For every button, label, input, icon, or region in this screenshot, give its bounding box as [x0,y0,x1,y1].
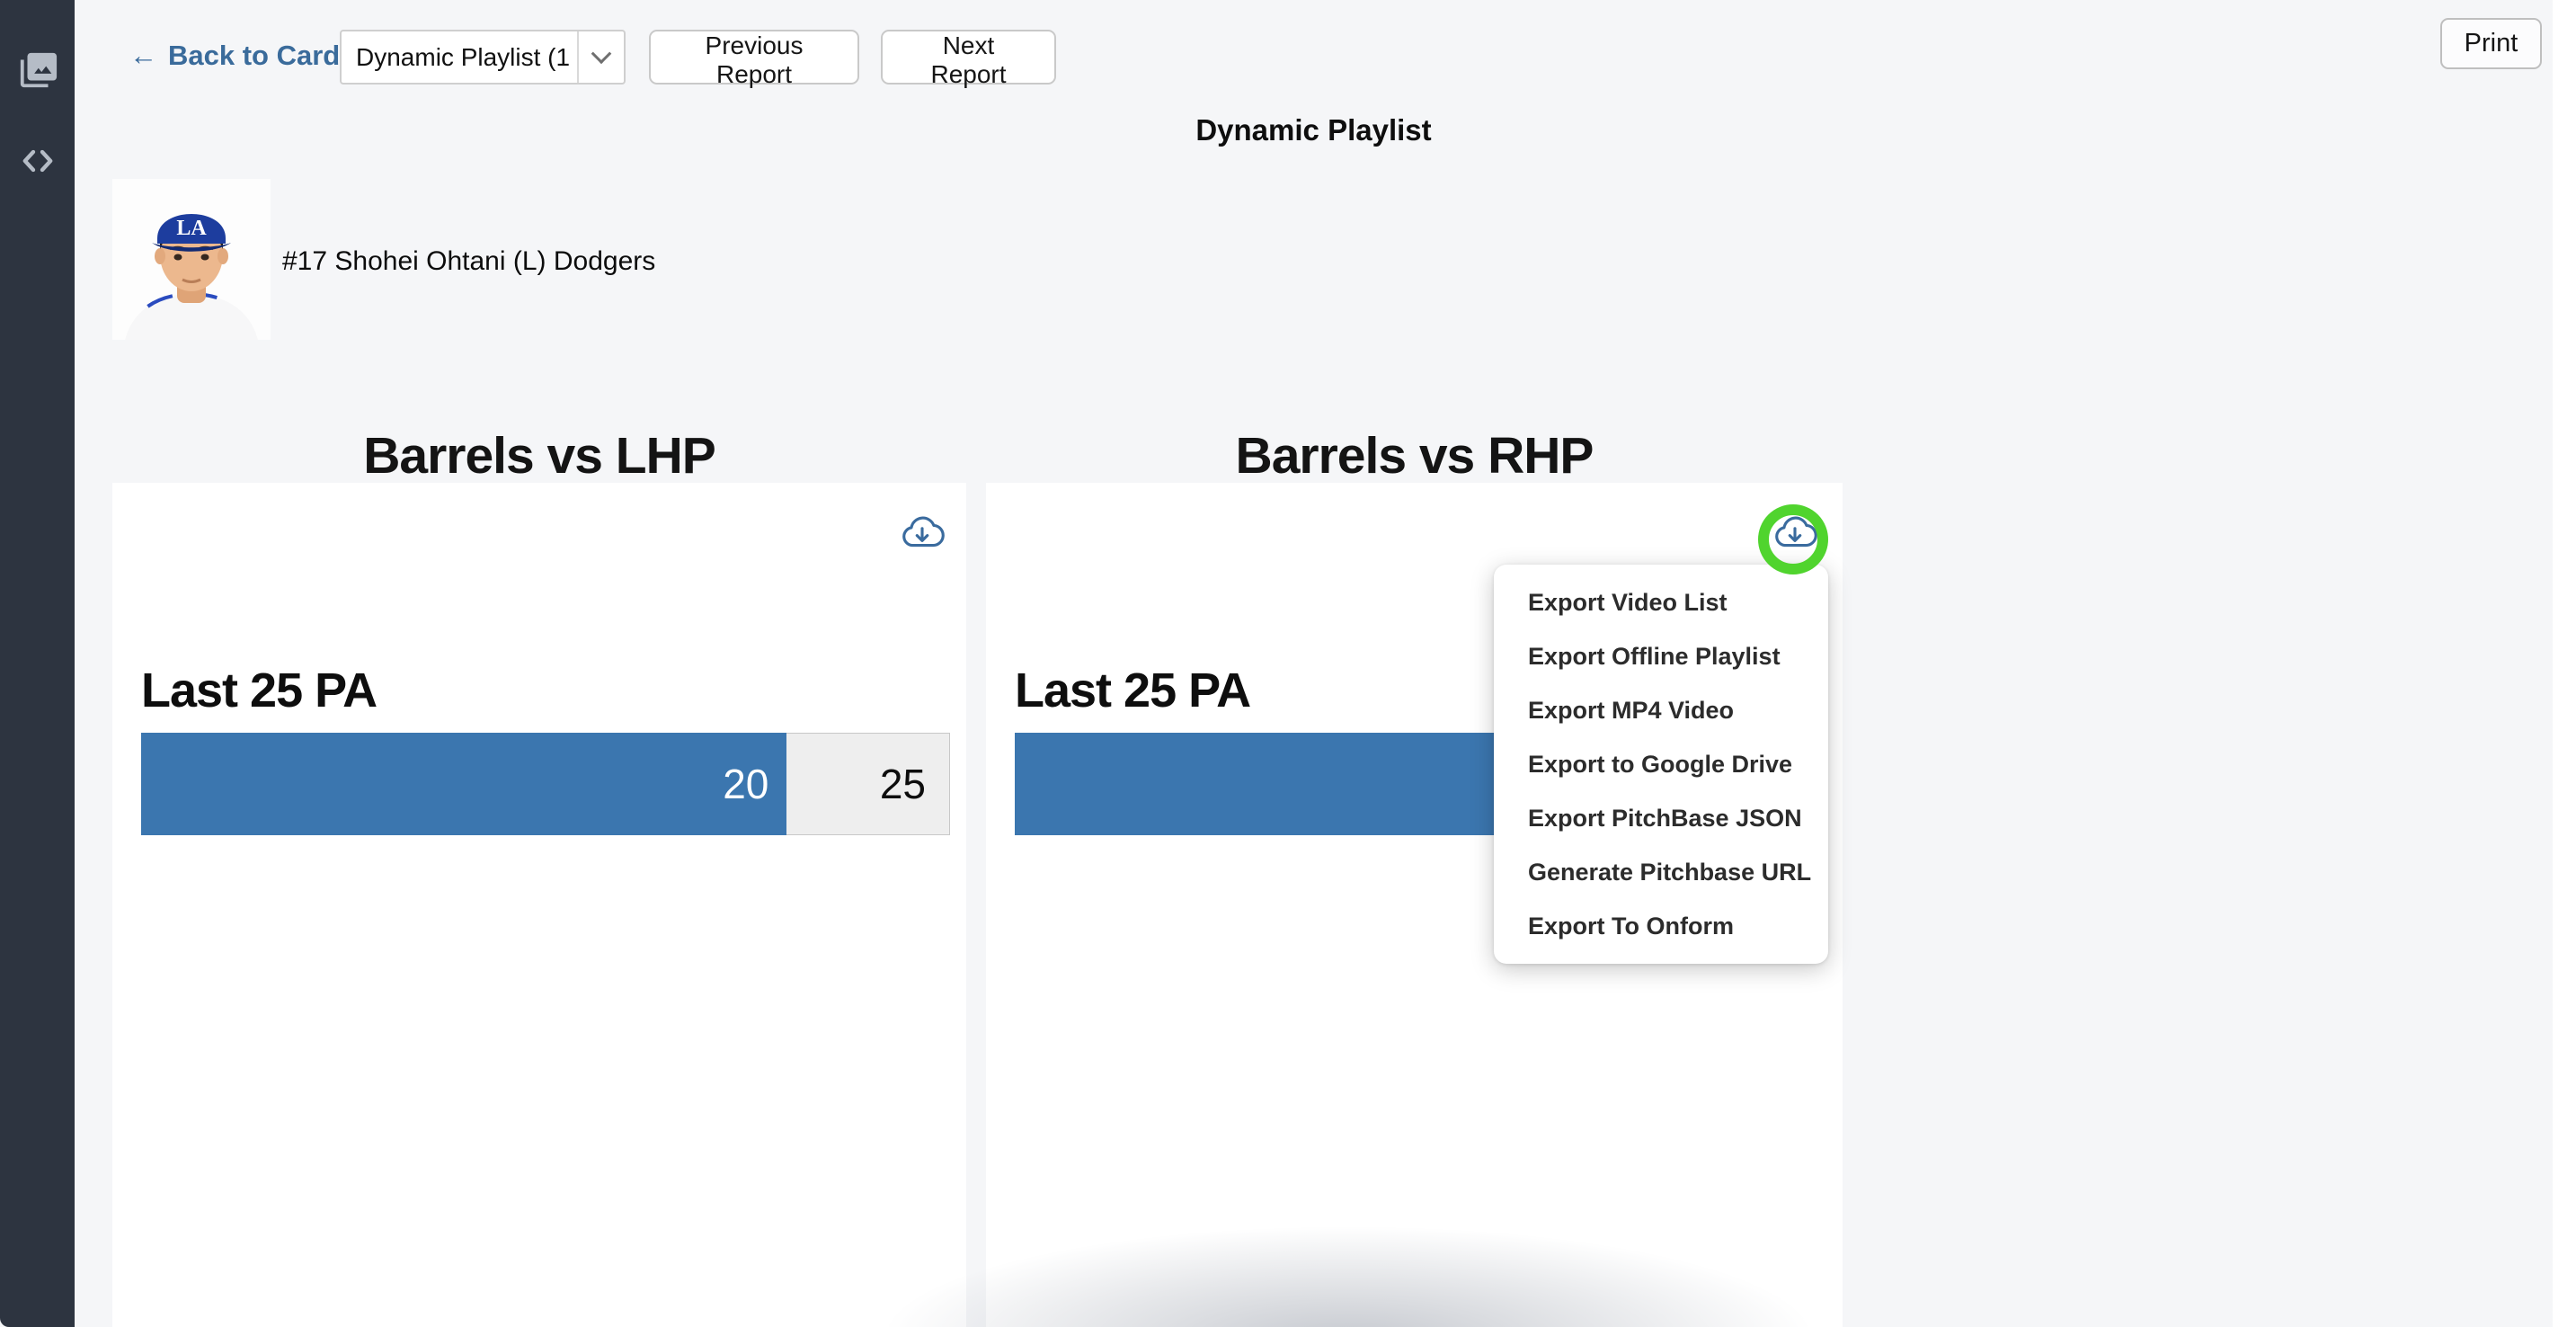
photo-library-icon [17,49,58,91]
export-menu-item[interactable]: Export MP4 Video [1494,683,1828,737]
export-menu-item[interactable]: Export To Onform [1494,899,1828,953]
export-menu: Export Video ListExport Offline Playlist… [1494,565,1828,964]
export-menu-item[interactable]: Export Offline Playlist [1494,629,1828,683]
page-title: Dynamic Playlist [75,113,2553,147]
sidebar-button-media[interactable] [0,41,75,99]
sidebar [0,0,75,1327]
player-name: #17 Shohei Ohtani (L) Dodgers [282,246,655,277]
scrollbar-track[interactable] [2553,0,2576,1327]
chevron-down-icon [591,43,612,64]
bar-subtitle: Last 25 PA [141,663,377,718]
export-cloud-button-rhp[interactable] [1772,515,1817,551]
code-icon [18,143,58,179]
cloud-download-icon [1772,515,1817,551]
bar-subtitle: Last 25 PA [1015,663,1250,718]
back-to-cards-link[interactable]: ← Back to Cards [129,40,355,72]
back-to-cards-label: Back to Cards [168,40,355,72]
svg-text:LA: LA [176,217,207,240]
export-menu-item[interactable]: Export PitchBase JSON [1494,791,1828,845]
pa-bar: 20 25 [141,733,950,835]
print-button[interactable]: Print [2440,18,2542,69]
pa-bar-total: 25 [880,734,926,834]
pa-bar-fill: 20 [141,733,786,835]
export-cloud-button-lhp[interactable] [900,515,945,551]
export-menu-item[interactable]: Export Video List [1494,575,1828,629]
chart-title-lhp: Barrels vs LHP [112,426,966,485]
playlist-dropdown[interactable]: Dynamic Playlist (1 P... [340,30,626,85]
dropdown-caret-box [577,31,624,83]
back-arrow-icon: ← [129,40,157,72]
pa-bar-value: 20 [723,760,786,808]
player-avatar: LA [112,179,271,340]
sidebar-button-code[interactable] [0,132,75,190]
export-menu-item[interactable]: Generate Pitchbase URL [1494,845,1828,899]
chart-card-lhp: Last 25 PA 20 25 [112,483,966,1327]
cloud-download-icon [900,515,945,551]
playlist-dropdown-value: Dynamic Playlist (1 P... [342,43,577,72]
next-report-button[interactable]: Next Report [881,30,1056,85]
chart-title-rhp: Barrels vs RHP [986,426,1843,485]
previous-report-button[interactable]: Previous Report [649,30,859,85]
export-menu-item[interactable]: Export to Google Drive [1494,737,1828,791]
